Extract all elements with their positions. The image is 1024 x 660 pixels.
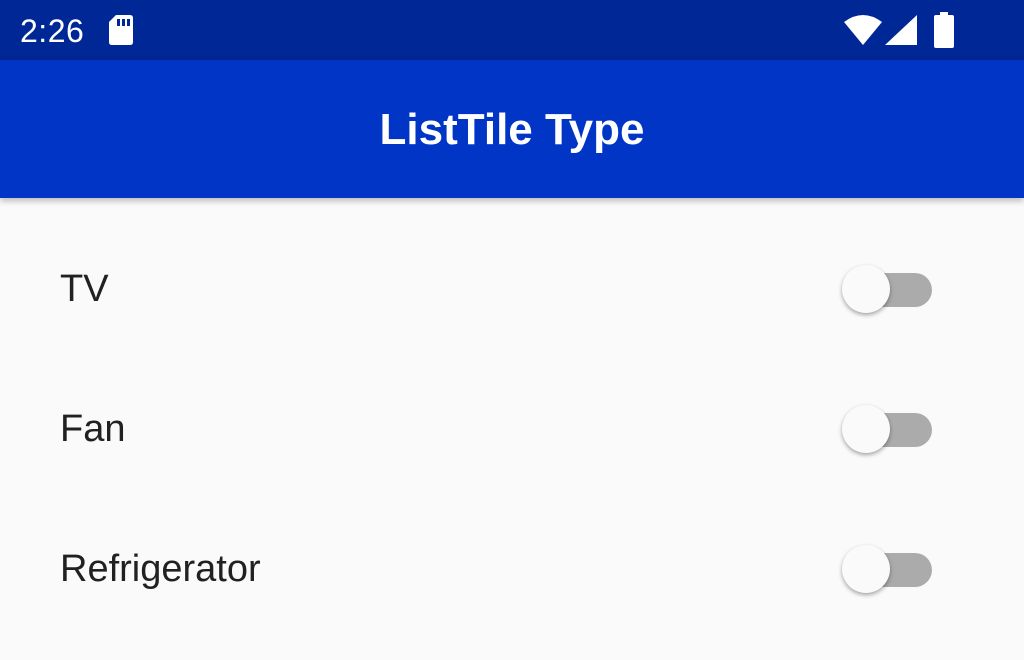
device-list: TV Fan Refrigerator <box>0 198 1024 638</box>
wifi-icon <box>844 15 882 45</box>
page-title: ListTile Type <box>379 105 645 154</box>
list-item-tv[interactable]: TV <box>0 218 1024 358</box>
battery-icon <box>934 12 954 48</box>
switch-thumb[interactable] <box>842 265 890 313</box>
list-item-label: TV <box>60 268 109 310</box>
status-time: 2:26 <box>20 13 85 49</box>
switch-thumb[interactable] <box>842 405 890 453</box>
refrigerator-switch[interactable] <box>842 544 934 596</box>
fan-switch[interactable] <box>842 404 934 456</box>
switch-thumb[interactable] <box>842 545 890 593</box>
app-bar: ListTile Type <box>0 60 1024 198</box>
list-item-label: Refrigerator <box>60 548 261 590</box>
list-item-label: Fan <box>60 408 126 450</box>
sd-card-icon <box>109 15 133 45</box>
tv-switch[interactable] <box>842 264 934 316</box>
status-bar: 2:26 <box>0 0 1024 60</box>
list-item-fan[interactable]: Fan <box>0 358 1024 498</box>
cell-signal-icon <box>885 15 917 45</box>
list-item-refrigerator[interactable]: Refrigerator <box>0 498 1024 638</box>
